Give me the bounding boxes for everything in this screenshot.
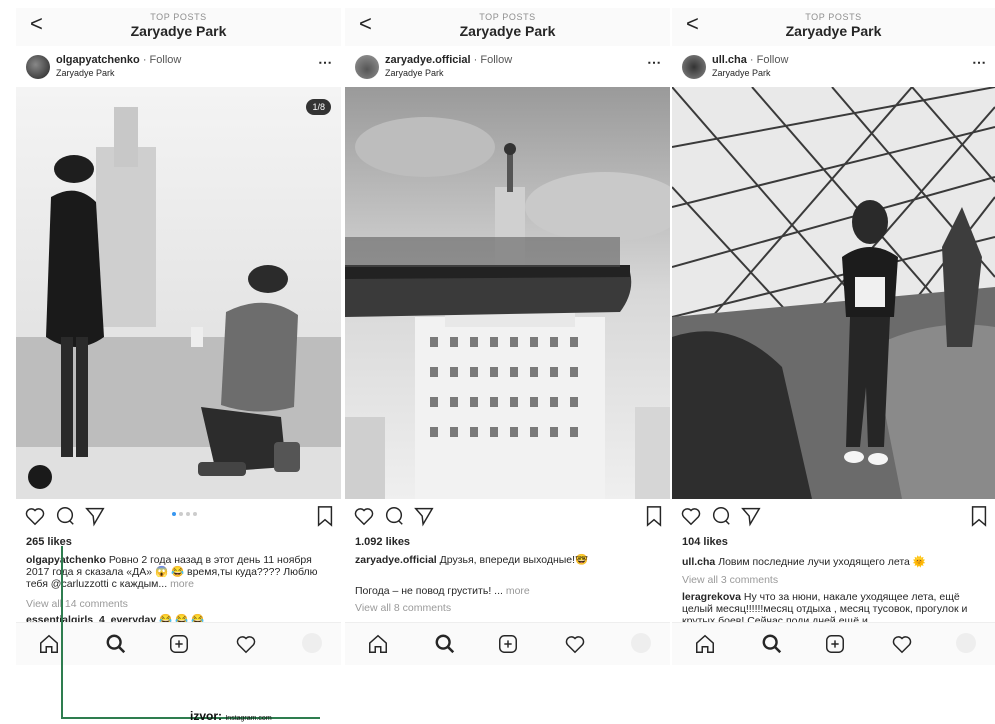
avatar[interactable] — [26, 55, 50, 79]
location-link[interactable]: Zaryadye Park — [712, 68, 771, 78]
paper-plane-icon[interactable] — [84, 505, 106, 527]
top-bar: < TOP POSTS Zaryadye Park — [345, 8, 670, 46]
add-icon[interactable] — [168, 633, 190, 655]
home-icon[interactable] — [38, 633, 60, 655]
heart-icon[interactable] — [564, 633, 586, 655]
post-panel-1: < TOP POSTS Zaryadye Park olgapyatchenko… — [16, 0, 341, 665]
heart-icon[interactable] — [891, 633, 913, 655]
credit-brand: izvor: — [190, 709, 223, 723]
header-subtitle: TOP POSTS — [805, 12, 862, 22]
location-link[interactable]: Zaryadye Park — [56, 68, 115, 78]
avatar[interactable] — [682, 55, 706, 79]
post-header: zaryadye.official · Follow Zaryadye Park… — [345, 50, 670, 86]
header-title: Zaryadye Park — [130, 23, 227, 39]
add-icon[interactable] — [824, 633, 846, 655]
profile-icon[interactable] — [956, 633, 976, 653]
comment-icon[interactable] — [383, 505, 405, 527]
caption-text: Друзья, впереди выходные!🤓 — [439, 554, 589, 566]
paper-plane-icon[interactable] — [413, 505, 435, 527]
post-actions — [16, 505, 341, 531]
bottom-nav — [16, 622, 341, 665]
bottom-nav — [672, 622, 995, 665]
more-options-icon[interactable]: ⋯ — [647, 54, 662, 71]
view-comments-link[interactable]: View all 8 comments — [355, 602, 451, 614]
post-actions — [672, 505, 995, 531]
header-title: Zaryadye Park — [785, 23, 882, 39]
source-credit: izvor: Instagram.com — [190, 709, 272, 723]
caption-line-2: Погода – не повод грустить! ... more — [355, 585, 655, 597]
follow-button[interactable]: · Follow — [143, 54, 182, 66]
username[interactable]: ull.cha — [712, 54, 747, 66]
view-comments-link[interactable]: View all 3 comments — [682, 574, 778, 586]
carousel-dot — [193, 512, 197, 516]
post-header: ull.cha · Follow Zaryadye Park ⋯ — [672, 50, 995, 86]
bookmark-icon[interactable] — [644, 505, 664, 527]
search-icon[interactable] — [761, 633, 783, 655]
more-options-icon[interactable]: ⋯ — [972, 54, 987, 71]
top-bar: < TOP POSTS Zaryadye Park — [16, 8, 341, 46]
post-header: olgapyatchenko · Follow Zaryadye Park ⋯ — [16, 50, 341, 86]
bookmark-icon[interactable] — [969, 505, 989, 527]
likes-count[interactable]: 1.092 likes — [355, 536, 410, 548]
add-icon[interactable] — [497, 633, 519, 655]
header-subtitle: TOP POSTS — [479, 12, 536, 22]
more-link[interactable]: more — [506, 585, 530, 597]
post-panel-3: < TOP POSTS Zaryadye Park ull.cha · Foll… — [672, 0, 995, 665]
caption: ull.cha Ловим последние лучи уходящего л… — [682, 556, 982, 568]
username[interactable]: olgapyatchenko — [56, 54, 140, 66]
header-title: Zaryadye Park — [459, 23, 556, 39]
profile-icon[interactable] — [302, 633, 322, 653]
credit-source: Instagram.com — [225, 715, 272, 722]
post-actions — [345, 505, 670, 531]
caption-text-2: Погода – не повод грустить! ... — [355, 585, 503, 597]
caption: olgapyatchenko Ровно 2 года назад в этот… — [26, 554, 326, 590]
search-icon[interactable] — [434, 633, 456, 655]
likes-count[interactable]: 104 likes — [682, 536, 728, 548]
caption-username[interactable]: ull.cha — [682, 556, 715, 568]
username[interactable]: zaryadye.official — [385, 54, 471, 66]
comment-username[interactable]: leragrekova — [682, 591, 741, 603]
post-photo[interactable]: 1/8 — [16, 87, 341, 499]
caption-username[interactable]: olgapyatchenko — [26, 554, 106, 566]
heart-icon[interactable] — [235, 633, 257, 655]
heart-icon[interactable] — [24, 505, 46, 527]
paper-plane-icon[interactable] — [740, 505, 762, 527]
heart-icon[interactable] — [353, 505, 375, 527]
post-photo[interactable] — [672, 86, 995, 499]
caption-text: Ловим последние лучи уходящего лета 🌞 — [718, 556, 926, 568]
carousel-dot — [179, 512, 183, 516]
home-icon[interactable] — [367, 633, 389, 655]
more-options-icon[interactable]: ⋯ — [318, 54, 333, 71]
comment-icon[interactable] — [54, 505, 76, 527]
bottom-nav — [345, 622, 670, 665]
likes-count[interactable]: 265 likes — [26, 536, 72, 548]
header-subtitle: TOP POSTS — [150, 12, 207, 22]
bookmark-icon[interactable] — [315, 505, 335, 527]
avatar[interactable] — [355, 55, 379, 79]
search-icon[interactable] — [105, 633, 127, 655]
profile-icon[interactable] — [631, 633, 651, 653]
comment-icon[interactable] — [710, 505, 732, 527]
top-bar: < TOP POSTS Zaryadye Park — [672, 8, 995, 46]
heart-icon[interactable] — [680, 505, 702, 527]
caption: zaryadye.official Друзья, впереди выходн… — [355, 554, 655, 566]
follow-button[interactable]: · Follow — [750, 54, 789, 66]
carousel-dot — [186, 512, 190, 516]
caption-username[interactable]: zaryadye.official — [355, 554, 437, 566]
post-panel-2: < TOP POSTS Zaryadye Park zaryadye.offic… — [345, 0, 670, 665]
photo-counter: 1/8 — [306, 99, 331, 115]
location-link[interactable]: Zaryadye Park — [385, 68, 444, 78]
post-photo[interactable] — [345, 87, 670, 499]
carousel-dot-active — [172, 512, 176, 516]
follow-button[interactable]: · Follow — [474, 54, 513, 66]
view-comments-link[interactable]: View all 14 comments — [26, 598, 128, 610]
home-icon[interactable] — [694, 633, 716, 655]
more-link[interactable]: more — [170, 578, 194, 590]
